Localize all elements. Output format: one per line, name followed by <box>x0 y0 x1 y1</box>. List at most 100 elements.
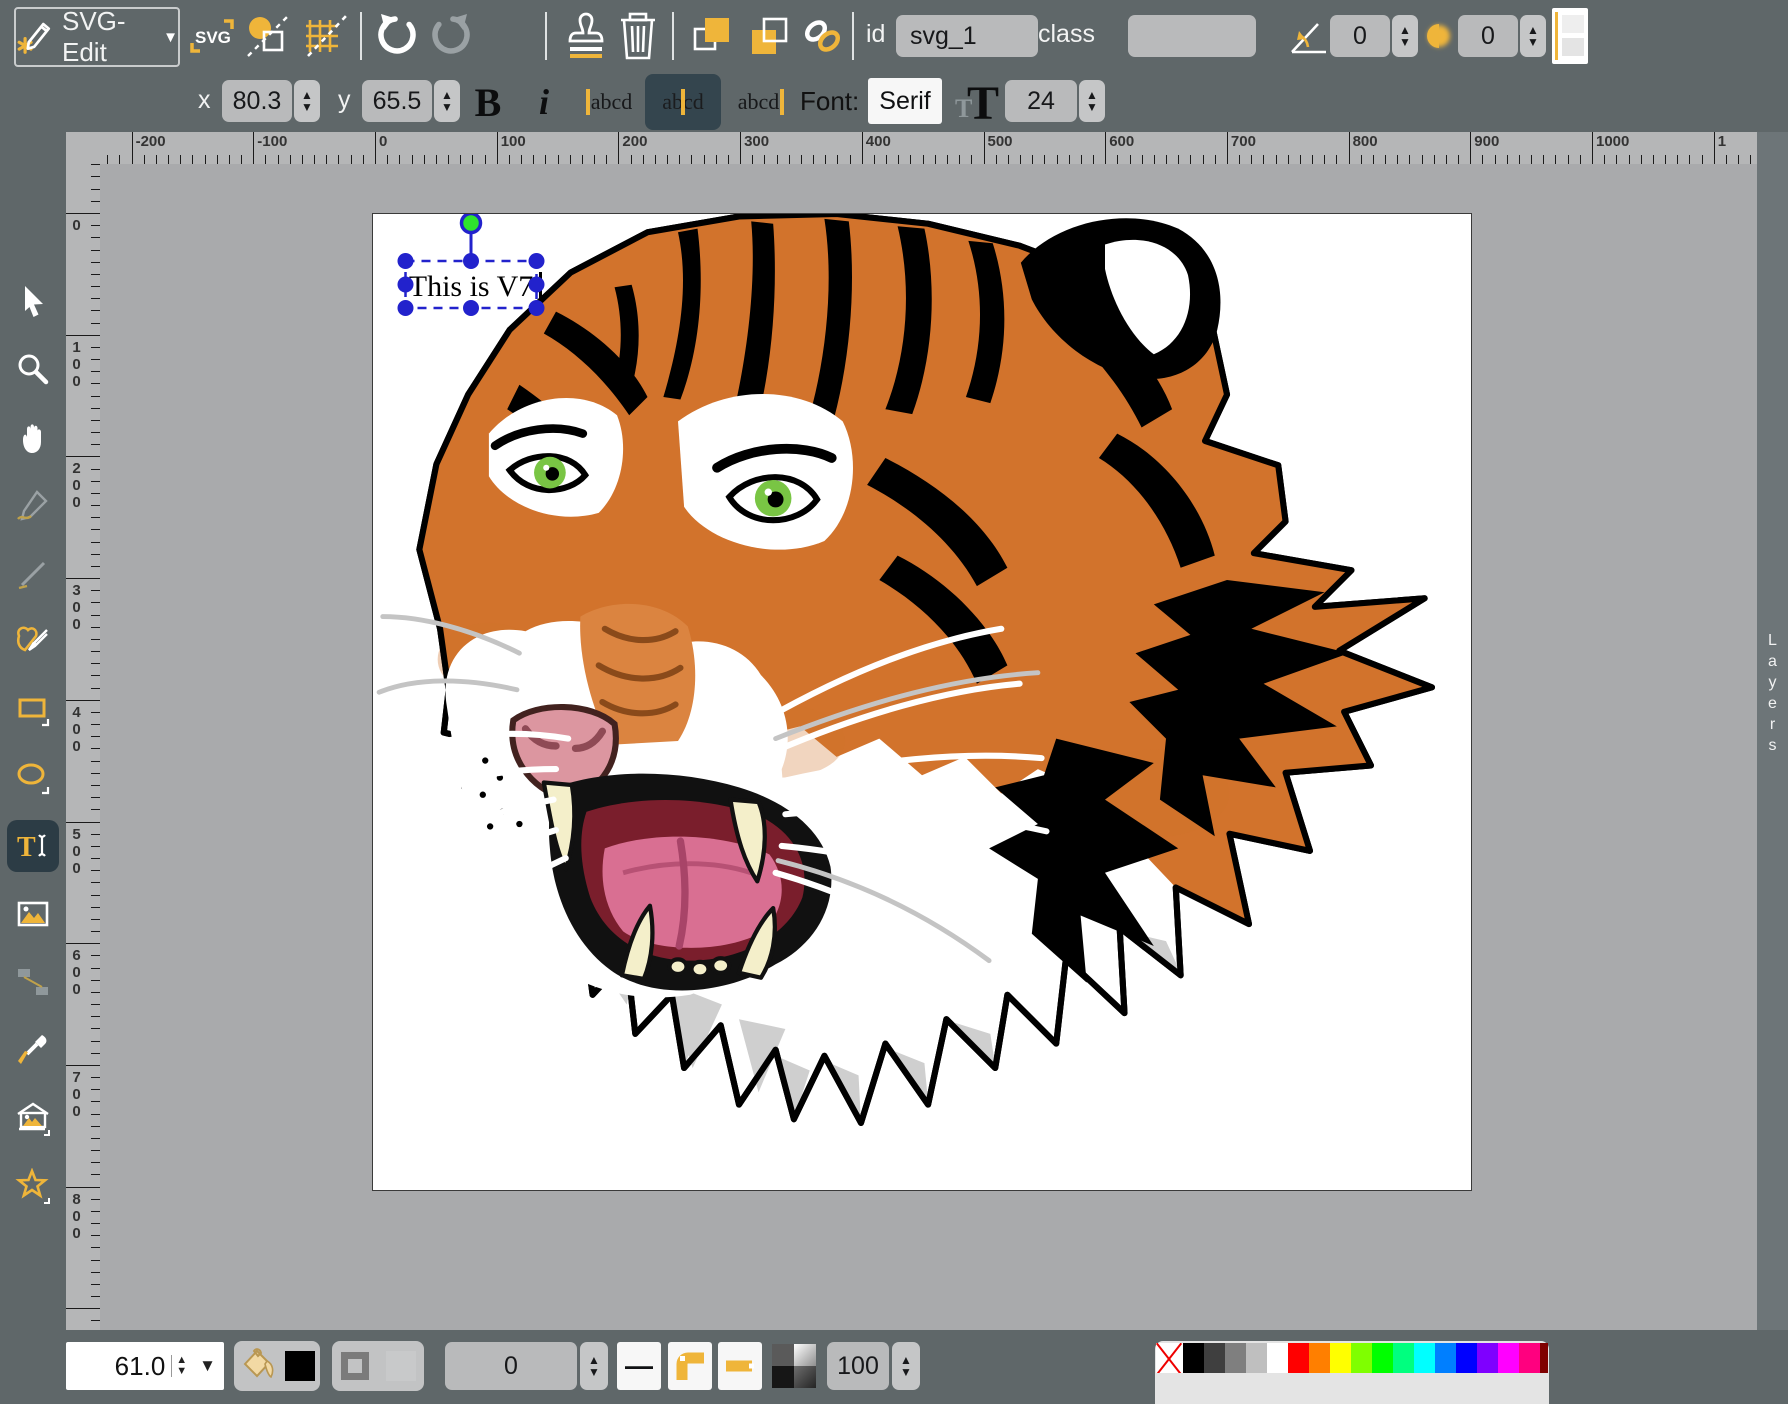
tool-connector[interactable] <box>7 956 59 1008</box>
move-to-top-button[interactable] <box>688 12 738 60</box>
tool-eyedropper[interactable] <box>7 1024 59 1076</box>
blur-input[interactable]: 0 <box>1458 15 1518 57</box>
workspace[interactable]: This is V7 <box>100 164 1757 1330</box>
source-editor-button[interactable]: SVG <box>188 14 236 58</box>
stroke-width-spinner[interactable]: ▲ ▼ <box>580 1342 608 1390</box>
palette-swatch-ff7f00[interactable] <box>1309 1343 1330 1373</box>
toolbar-separator <box>672 12 674 60</box>
main-menu-button[interactable]: SVG-Edit ▼ <box>14 7 180 67</box>
angle-input[interactable]: 0 <box>1330 15 1390 57</box>
tool-ellipse[interactable] <box>7 752 59 804</box>
y-spinner[interactable]: ▲ ▼ <box>434 80 460 122</box>
palette-swatch-7f0000[interactable] <box>1540 1343 1548 1373</box>
spinner-down-icon[interactable]: ▼ <box>1086 101 1098 113</box>
zoom-dropdown-icon[interactable]: ▼ <box>191 1356 224 1376</box>
ruler-label: 200 <box>622 133 647 150</box>
tool-line[interactable] <box>7 548 59 600</box>
stroke-dash-button[interactable]: — <box>617 1342 661 1390</box>
palette-swatch-ffff00[interactable] <box>1330 1343 1351 1373</box>
ruler-label: 500 <box>988 133 1013 150</box>
clone-stamp-button[interactable] <box>560 10 610 62</box>
palette-swatch-00ff00[interactable] <box>1372 1343 1393 1373</box>
font-size-input[interactable]: 24 <box>1005 80 1077 122</box>
opacity-spinner[interactable]: ▲ ▼ <box>892 1342 920 1390</box>
tiger-drawing[interactable] <box>373 214 1471 1190</box>
spinner-down-icon[interactable]: ▼ <box>1527 36 1539 48</box>
main-toolbar: SVG-Edit ▼ SVG <box>0 0 1788 72</box>
class-input[interactable] <box>1128 15 1256 57</box>
bold-button[interactable]: B <box>462 76 514 128</box>
text-anchor-end-button[interactable]: abcd <box>732 78 790 126</box>
tool-shape-library[interactable] <box>7 1092 59 1144</box>
redo-button[interactable] <box>428 12 476 60</box>
stroke-icon <box>341 1352 369 1380</box>
palette-swatch-000000[interactable] <box>1183 1343 1204 1373</box>
canvas-background-button[interactable] <box>1552 8 1588 64</box>
svg-edit-app: SVG-Edit ▼ SVG <box>0 0 1788 1404</box>
delete-button[interactable] <box>616 10 660 62</box>
palette-swatch-none[interactable] <box>1156 1343 1183 1373</box>
palette-swatch-ffffff[interactable] <box>1267 1343 1288 1373</box>
x-input[interactable]: 80.3 <box>222 80 292 122</box>
id-input[interactable]: svg_1 <box>896 15 1038 57</box>
layers-panel-toggle[interactable]: Layers <box>1757 132 1788 1330</box>
blur-spinner[interactable]: ▲ ▼ <box>1520 15 1546 57</box>
opacity-input[interactable]: 100 <box>827 1342 889 1390</box>
tool-path[interactable] <box>7 616 59 668</box>
color-palette <box>1156 1343 1549 1373</box>
angle-spinner[interactable]: ▲ ▼ <box>1392 15 1418 57</box>
tool-star[interactable] <box>7 1160 59 1212</box>
link-button[interactable] <box>800 14 846 58</box>
palette-swatch-0000ff[interactable] <box>1456 1343 1477 1373</box>
spinner-down-icon[interactable]: ▼ <box>301 101 313 113</box>
palette-swatch-ff00ff[interactable] <box>1498 1343 1519 1373</box>
stroke-linejoin-button[interactable] <box>668 1342 712 1390</box>
palette-swatch-7f00ff[interactable] <box>1477 1343 1498 1373</box>
x-spinner[interactable]: ▲ ▼ <box>294 80 320 122</box>
move-to-bottom-button[interactable] <box>744 12 794 60</box>
palette-swatch-7f7f7f[interactable] <box>1225 1343 1246 1373</box>
tool-pan[interactable] <box>7 412 59 464</box>
undo-button[interactable] <box>372 12 420 60</box>
palette-swatch-ff007f[interactable] <box>1519 1343 1540 1373</box>
fill-color-swatch[interactable] <box>285 1351 315 1381</box>
stroke-linecap-button[interactable] <box>718 1342 762 1390</box>
font-label: Font: <box>800 86 859 117</box>
palette-swatch-bfbfbf[interactable] <box>1246 1343 1267 1373</box>
anchor-end-caret-icon <box>780 89 784 115</box>
tool-image[interactable] <box>7 888 59 940</box>
tool-zoom[interactable] <box>7 344 59 396</box>
canvas-text-element[interactable]: This is V7 <box>407 270 535 304</box>
y-input[interactable]: 65.5 <box>362 80 432 122</box>
palette-swatch-00ffff[interactable] <box>1414 1343 1435 1373</box>
palette-swatch-ff0000[interactable] <box>1288 1343 1309 1373</box>
palette-swatch-007fff[interactable] <box>1435 1343 1456 1373</box>
font-family-button[interactable]: Serif <box>868 78 942 124</box>
zoom-widget[interactable]: 61.0 ▲ ▼ ▼ <box>66 1342 224 1390</box>
spinner-down-icon[interactable]: ▼ <box>441 101 453 113</box>
spinner-down-icon[interactable]: ▼ <box>1399 36 1411 48</box>
linejoin-icon <box>672 1348 708 1384</box>
stroke-width-input[interactable]: 0 <box>445 1342 577 1390</box>
tool-text[interactable]: T <box>7 820 59 872</box>
palette-swatch-00ff7f[interactable] <box>1393 1343 1414 1373</box>
italic-button[interactable]: i <box>522 76 566 128</box>
wireframe-button[interactable] <box>242 12 294 60</box>
font-size-spinner[interactable]: ▲ ▼ <box>1079 80 1105 122</box>
palette-swatch-7fff00[interactable] <box>1351 1343 1372 1373</box>
canvas[interactable]: This is V7 <box>372 213 1472 1191</box>
text-anchor-start-button[interactable]: abcd <box>580 78 638 126</box>
text-anchor-middle-button[interactable]: abcd <box>645 74 721 130</box>
text-toolbar: x 80.3 ▲ ▼ y 65.5 ▲ ▼ B i abcd abcd abcd… <box>0 72 1788 132</box>
tool-rectangle[interactable] <box>7 684 59 736</box>
stroke-color-swatch[interactable] <box>386 1351 416 1381</box>
tool-pencil[interactable] <box>7 480 59 532</box>
tool-select[interactable] <box>7 276 59 328</box>
ruler-label: 900 <box>1474 133 1499 150</box>
toolbar-separator <box>852 12 854 60</box>
ruler-label: 1 <box>1718 133 1726 150</box>
grid-snap-button[interactable] <box>300 12 352 60</box>
zoom-spinner[interactable]: ▲ ▼ <box>171 1355 191 1377</box>
palette-swatch-3f3f3f[interactable] <box>1204 1343 1225 1373</box>
zoom-input[interactable]: 61.0 <box>66 1351 171 1382</box>
